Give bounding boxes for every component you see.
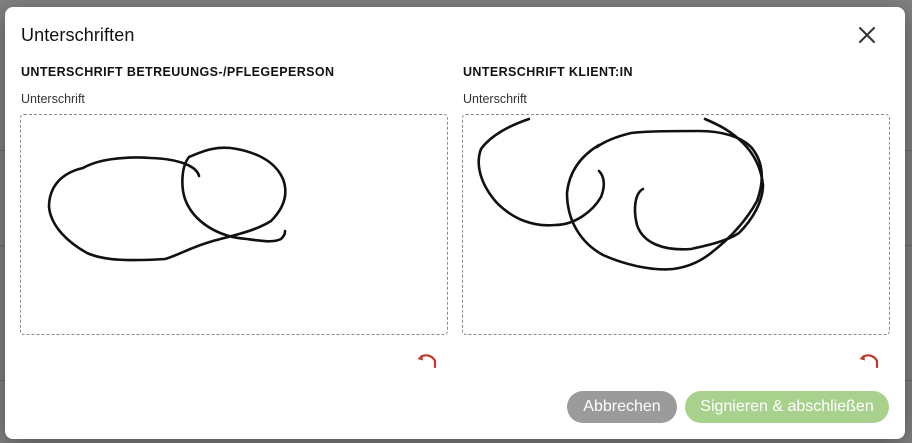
client-signature-pad[interactable] bbox=[462, 114, 890, 335]
cancel-button[interactable]: Abbrechen bbox=[567, 391, 677, 423]
close-button[interactable] bbox=[857, 25, 877, 45]
client-signature-section: UNTERSCHRIFT KLIENT:IN Unterschrift bbox=[462, 65, 890, 369]
dialog-title: Unterschriften bbox=[21, 25, 135, 45]
caregiver-signature-section: UNTERSCHRIFT BETREUUNGS-/PFLEGEPERSON Un… bbox=[20, 65, 448, 369]
caregiver-signature-label: Unterschrift bbox=[21, 92, 85, 106]
signatures-dialog: Unterschriften UNTERSCHRIFT BETREUUNGS-/… bbox=[5, 7, 905, 439]
caregiver-signature-heading: UNTERSCHRIFT BETREUUNGS-/PFLEGEPERSON bbox=[21, 65, 335, 79]
caregiver-undo-button[interactable] bbox=[416, 353, 438, 369]
client-undo-button[interactable] bbox=[858, 353, 880, 369]
caregiver-signature-pad[interactable] bbox=[20, 114, 448, 335]
undo-icon bbox=[859, 354, 879, 369]
close-icon bbox=[859, 27, 875, 43]
client-signature-heading: UNTERSCHRIFT KLIENT:IN bbox=[463, 65, 633, 79]
client-signature-label: Unterschrift bbox=[463, 92, 527, 106]
client-signature-drawing bbox=[477, 117, 765, 271]
undo-icon bbox=[417, 354, 437, 369]
sign-and-finish-button[interactable]: Signieren & abschließen bbox=[685, 391, 889, 423]
caregiver-signature-drawing bbox=[47, 146, 287, 262]
